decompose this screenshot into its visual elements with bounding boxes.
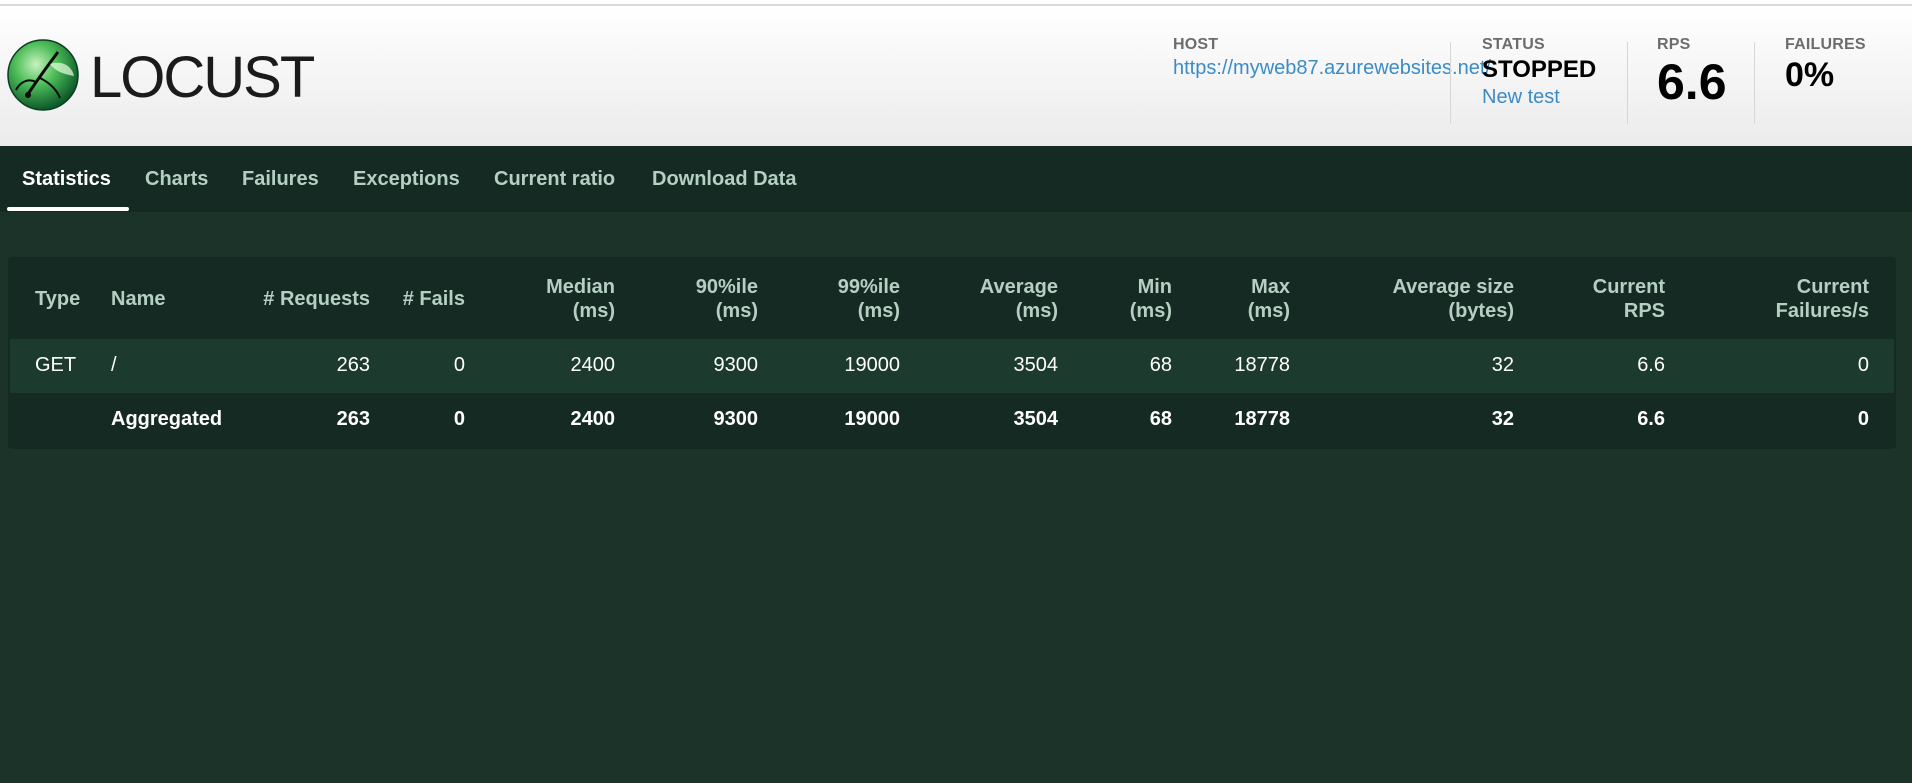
col-header-average[interactable]: Average (ms)	[908, 275, 1058, 323]
app-title: LOCUST	[90, 45, 315, 110]
cell-avg-size: 32	[1491, 408, 1514, 430]
cell-p90: 9300	[713, 354, 759, 376]
rps-section: RPS 6.6	[1657, 36, 1727, 110]
cell-type: GET	[35, 354, 77, 376]
divider	[1450, 42, 1451, 124]
col-header-median-line2: (ms)	[572, 300, 615, 322]
failures-value: 0%	[1785, 56, 1835, 94]
col-header-median[interactable]: Median (ms)	[478, 275, 615, 323]
rps-label: RPS	[1657, 36, 1691, 53]
col-header-max[interactable]: Max (ms)	[1178, 275, 1290, 323]
cell-max: 18778	[1234, 408, 1290, 430]
col-header-median-line1: Median	[546, 276, 615, 298]
col-header-min[interactable]: Min (ms)	[1068, 275, 1172, 323]
col-header-current-failures-line2: Failures/s	[1775, 300, 1869, 322]
cell-name: /	[111, 354, 117, 376]
statistics-table: Type Name # Requests # Fails Median (ms)…	[8, 257, 1896, 449]
cell-fails: 0	[453, 354, 465, 376]
col-header-min-line2: (ms)	[1129, 300, 1172, 322]
host-section: HOST https://myweb87.azurewebsites.net/	[1173, 36, 1491, 80]
cell-min: 68	[1149, 408, 1172, 430]
cell-average: 3504	[1013, 408, 1059, 430]
divider	[1754, 42, 1755, 124]
col-header-avg-size[interactable]: Average size (bytes)	[1308, 275, 1514, 323]
tab-current-ratio[interactable]: Current ratio	[494, 168, 615, 191]
cell-fails: 0	[453, 408, 465, 430]
col-header-p90-line1: 90%ile	[695, 276, 758, 298]
rps-value: 6.6	[1657, 54, 1727, 110]
tab-statistics[interactable]: Statistics	[22, 168, 111, 191]
cell-p99: 19000	[844, 354, 900, 376]
active-tab-indicator	[7, 207, 129, 211]
cell-requests: 263	[336, 408, 370, 430]
col-header-average-line1: Average	[979, 276, 1058, 298]
col-header-current-rps-line1: Current	[1592, 276, 1665, 298]
col-header-fails[interactable]: # Fails	[378, 287, 465, 311]
cell-median: 2400	[570, 354, 616, 376]
col-header-p99[interactable]: 99%ile (ms)	[768, 275, 900, 323]
cell-p90: 9300	[713, 408, 759, 430]
tab-download-data[interactable]: Download Data	[652, 168, 796, 191]
col-header-current-rps-line2: RPS	[1623, 300, 1665, 322]
tab-failures[interactable]: Failures	[242, 168, 319, 191]
failures-section: FAILURES 0%	[1785, 36, 1866, 95]
col-header-p90[interactable]: 90%ile (ms)	[628, 275, 758, 323]
col-header-requests[interactable]: # Requests	[178, 287, 370, 311]
header-bar: LOCUST HOST https://myweb87.azurewebsite…	[0, 6, 1912, 146]
col-header-max-line1: Max	[1251, 276, 1290, 298]
tab-charts[interactable]: Charts	[145, 168, 208, 191]
col-header-avg-size-line1: Average size	[1392, 276, 1514, 298]
cell-median: 2400	[570, 408, 616, 430]
divider	[1627, 42, 1628, 124]
col-header-max-line2: (ms)	[1247, 300, 1290, 322]
status-section: STATUS STOPPED New test	[1482, 36, 1596, 109]
tab-exceptions[interactable]: Exceptions	[353, 168, 460, 191]
tab-bar: Statistics Charts Failures Exceptions Cu…	[0, 146, 1912, 212]
locust-logo-icon[interactable]	[6, 38, 80, 112]
col-header-p99-line1: 99%ile	[837, 276, 900, 298]
new-test-link[interactable]: New test	[1482, 86, 1596, 109]
cell-current-failures: 0	[1857, 354, 1869, 376]
cell-requests: 263	[336, 354, 370, 376]
col-header-current-rps[interactable]: Current RPS	[1528, 275, 1665, 323]
col-header-p99-line2: (ms)	[857, 300, 900, 322]
failures-label: FAILURES	[1785, 36, 1866, 53]
col-header-current-failures[interactable]: Current Failures/s	[1688, 275, 1869, 323]
col-header-min-line1: Min	[1137, 276, 1172, 298]
col-header-name[interactable]: Name	[111, 287, 165, 311]
cell-min: 68	[1149, 354, 1172, 376]
col-header-current-failures-line1: Current	[1796, 276, 1869, 298]
col-header-type[interactable]: Type	[35, 287, 80, 311]
cell-current-rps: 6.6	[1637, 354, 1665, 376]
col-header-avg-size-line2: (bytes)	[1448, 300, 1514, 322]
status-value: STOPPED	[1482, 56, 1597, 83]
cell-current-rps: 6.6	[1637, 408, 1665, 430]
host-label: HOST	[1173, 36, 1219, 53]
col-header-p90-line2: (ms)	[715, 300, 758, 322]
cell-p99: 19000	[844, 408, 900, 430]
host-link[interactable]: https://myweb87.azurewebsites.net/	[1173, 56, 1491, 80]
status-label: STATUS	[1482, 36, 1545, 53]
cell-current-failures: 0	[1857, 408, 1869, 430]
cell-average: 3504	[1013, 354, 1059, 376]
cell-avg-size: 32	[1491, 354, 1514, 376]
cell-max: 18778	[1234, 354, 1290, 376]
col-header-average-line2: (ms)	[1015, 300, 1058, 322]
